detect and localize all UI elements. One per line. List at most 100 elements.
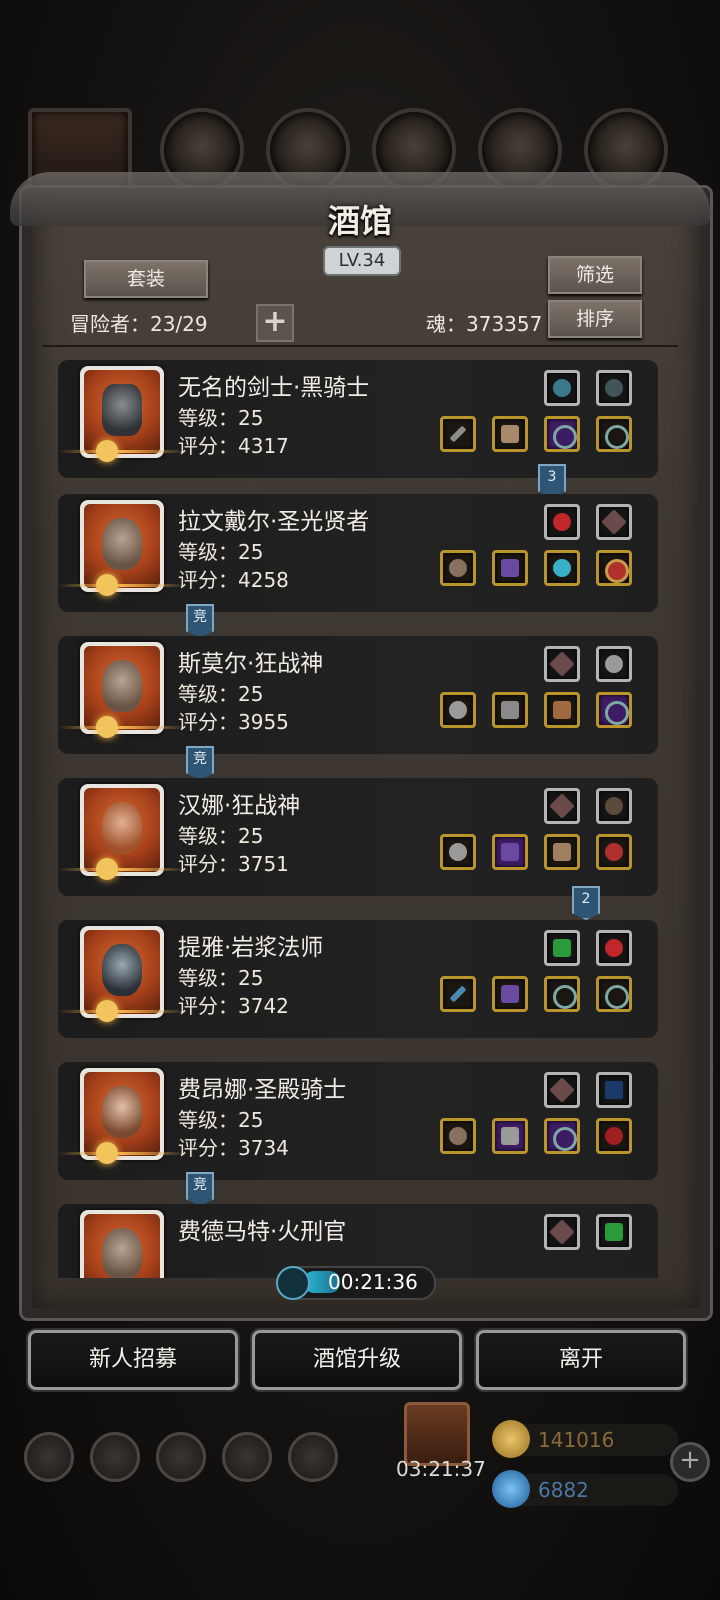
hero-card[interactable]: 斯莫尔·狂战神 等级：25 评分：3955 — [58, 636, 658, 754]
hero-avatar — [80, 1068, 164, 1160]
mace-weapon-slot[interactable] — [440, 550, 476, 586]
clock-icon — [276, 1266, 310, 1300]
armor-slot[interactable] — [492, 1118, 528, 1154]
armor-slot[interactable] — [492, 976, 528, 1012]
hero-card[interactable]: 无名的剑士·黑骑士 等级：25 评分：4317 — [58, 360, 658, 478]
hero-avatar — [80, 784, 164, 876]
recruit-button[interactable]: 新人招募 — [28, 1330, 238, 1390]
staff-weapon-slot[interactable] — [440, 976, 476, 1012]
arena-tag: 竞 — [186, 604, 214, 638]
feather-trinket-slot[interactable] — [544, 646, 580, 682]
moon-icon — [96, 440, 118, 462]
suit-button[interactable]: 套装 — [84, 260, 208, 298]
gem-amount: 6882 — [538, 1478, 589, 1502]
feather-trinket-slot[interactable] — [596, 504, 632, 540]
hero-score: 评分：3734 — [178, 1136, 289, 1160]
hero-score: 评分：4317 — [178, 434, 289, 458]
sword-weapon-slot[interactable] — [440, 416, 476, 452]
hero-avatar — [80, 500, 164, 592]
ring-slot[interactable] — [544, 976, 580, 1012]
hero-level: 等级：25 — [178, 406, 264, 430]
settings-gear-icon[interactable] — [24, 1432, 74, 1482]
ruby-trinket-slot[interactable] — [596, 930, 632, 966]
armor-slot[interactable] — [492, 416, 528, 452]
scroll-trinket-slot[interactable] — [544, 930, 580, 966]
hero-level: 等级：25 — [178, 966, 264, 990]
timer-text: 00:21:36 — [328, 1270, 418, 1294]
moon-icon — [96, 858, 118, 880]
hero-level: 等级：25 — [178, 540, 264, 564]
upgrade-tavern-button[interactable]: 酒馆升级 — [252, 1330, 462, 1390]
hero-card[interactable]: 费昂娜·圣殿骑士 等级：25 评分：3734 — [58, 1062, 658, 1180]
hero-card[interactable]: 提雅·岩浆法师 等级：25 评分：3742 — [58, 920, 658, 1038]
stone-trinket-slot[interactable] — [596, 370, 632, 406]
hero-level: 等级：25 — [178, 682, 264, 706]
adventurer-count: 冒险者：23/29 — [70, 312, 208, 336]
ring-slot[interactable] — [544, 416, 580, 452]
armor-slot[interactable] — [492, 550, 528, 586]
gold-amount: 141016 — [538, 1428, 615, 1452]
hero-name: 提雅·岩浆法师 — [178, 935, 324, 961]
hero-avatar — [80, 642, 164, 734]
hero-list[interactable]: 无名的剑士·黑骑士 等级：25 评分：4317 3 拉文戴尔·圣光贤者 等级：2… — [42, 350, 678, 1278]
mail-icon[interactable] — [222, 1432, 272, 1482]
panel-title: 酒馆 — [327, 202, 392, 240]
hero-level: 等级：25 — [178, 1108, 264, 1132]
axe-weapon-slot[interactable] — [440, 692, 476, 728]
gem-counter: 6882 — [492, 1470, 678, 1508]
sort-button[interactable]: 排序 — [548, 300, 642, 338]
hero-name: 拉文戴尔·圣光贤者 — [178, 509, 370, 535]
leave-button[interactable]: 离开 — [476, 1330, 686, 1390]
armor-slot[interactable] — [492, 834, 528, 870]
ring-slot[interactable] — [596, 550, 632, 586]
helmet-slot[interactable] — [596, 834, 632, 870]
hero-card[interactable]: 汉娜·狂战神 等级：25 评分：3751 — [58, 778, 658, 896]
emblem-trinket-slot[interactable] — [596, 646, 632, 682]
horn-trinket-slot[interactable] — [596, 788, 632, 824]
blade-trinket-slot[interactable] — [596, 1072, 632, 1108]
equipment-count-tag: 2 — [572, 886, 600, 920]
filter-button[interactable]: 筛选 — [548, 256, 642, 294]
map-icon[interactable] — [288, 1432, 338, 1482]
feather-trinket-slot[interactable] — [544, 788, 580, 824]
hero-score: 评分：3955 — [178, 710, 289, 734]
mask-trinket-slot[interactable] — [544, 370, 580, 406]
armor-slot[interactable] — [492, 692, 528, 728]
tavern-level-badge: LV.34 — [323, 246, 401, 276]
moon-icon — [96, 1142, 118, 1164]
ring-slot[interactable] — [596, 416, 632, 452]
amulet-slot[interactable] — [544, 550, 580, 586]
ring-slot[interactable] — [544, 1118, 580, 1154]
soul-count: 魂：373357 — [426, 312, 543, 336]
hero-score: 评分：4258 — [178, 568, 289, 592]
gold-counter: 141016 — [492, 1420, 678, 1458]
moon-icon — [96, 716, 118, 738]
hero-avatar — [80, 366, 164, 458]
gloves-slot[interactable] — [544, 834, 580, 870]
axe-weapon-slot[interactable] — [440, 834, 476, 870]
bracer-slot[interactable] — [544, 692, 580, 728]
hero-score: 评分：3751 — [178, 852, 289, 876]
feather-trinket-slot[interactable] — [544, 1072, 580, 1108]
scroll-trinket-slot[interactable] — [596, 1214, 632, 1250]
moon-icon — [96, 1000, 118, 1022]
pendant-slot[interactable] — [596, 1118, 632, 1154]
equipment-count-tag: 3 — [538, 464, 566, 498]
hero-level: 等级：25 — [178, 824, 264, 848]
mace-weapon-slot[interactable] — [440, 1118, 476, 1154]
hero-name: 费德马特·火刑官 — [178, 1219, 347, 1245]
hero-name: 无名的剑士·黑骑士 — [178, 375, 370, 401]
gold-coin-icon — [492, 1420, 530, 1458]
ruby-trinket-slot[interactable] — [544, 504, 580, 540]
add-gems-button[interactable]: + — [670, 1442, 710, 1482]
guild-icon[interactable] — [156, 1432, 206, 1482]
hero-avatar — [80, 926, 164, 1018]
hero-name: 汉娜·狂战神 — [178, 793, 301, 819]
add-adventurer-slot-button[interactable]: + — [256, 304, 294, 342]
gem-icon — [492, 1470, 530, 1508]
achievement-icon[interactable] — [90, 1432, 140, 1482]
feather-trinket-slot[interactable] — [544, 1214, 580, 1250]
ring-slot[interactable] — [596, 692, 632, 728]
hero-card[interactable]: 拉文戴尔·圣光贤者 等级：25 评分：4258 — [58, 494, 658, 612]
ring-slot[interactable] — [596, 976, 632, 1012]
